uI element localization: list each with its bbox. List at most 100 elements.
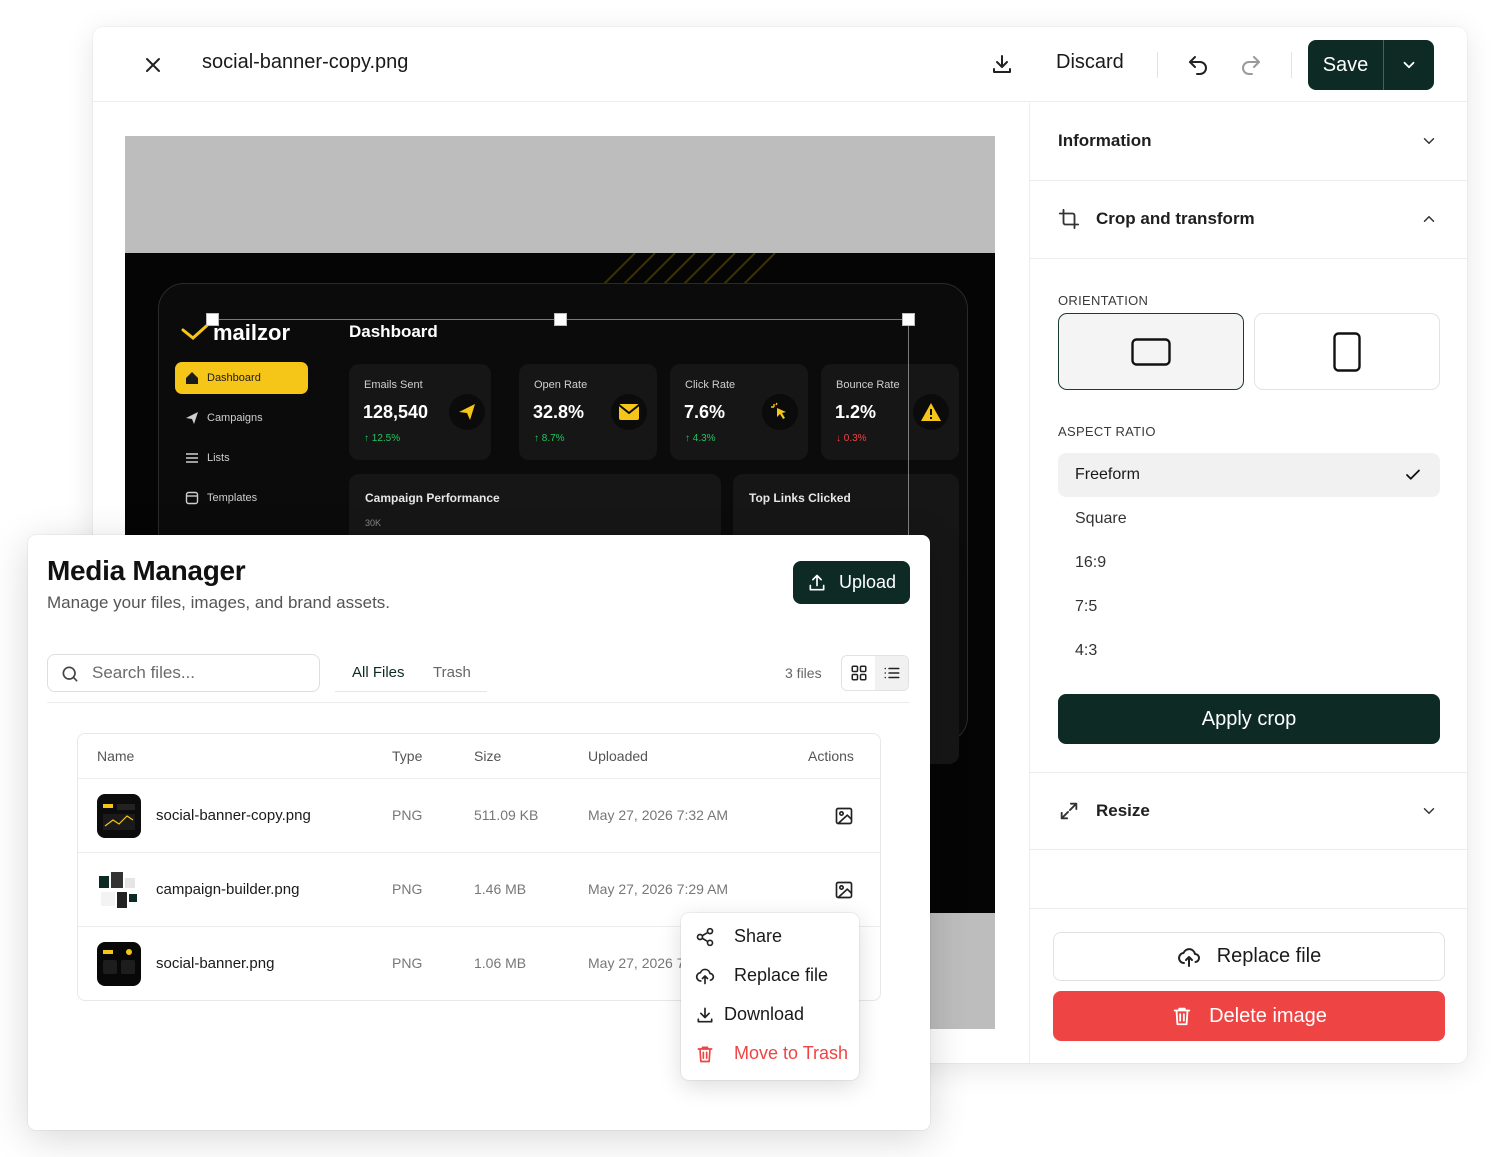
column-header-size: Size xyxy=(474,748,502,764)
close-icon[interactable] xyxy=(141,53,165,77)
search-box xyxy=(47,654,320,692)
search-input[interactable] xyxy=(92,655,312,691)
upload-label: Upload xyxy=(838,572,897,592)
portrait-icon xyxy=(1333,331,1361,372)
accordion-title: Resize xyxy=(1096,801,1150,820)
stat-card-open-rate: Open Rate 32.8% ↑ 8.7% xyxy=(519,364,657,460)
list-view-button[interactable] xyxy=(875,656,908,690)
cloud-upload-icon xyxy=(1177,947,1200,967)
tab-all-files[interactable]: All Files xyxy=(352,664,405,681)
stat-card-emails: Emails Sent 128,540 ↑ 12.5% xyxy=(349,364,491,460)
search-icon xyxy=(62,666,78,682)
brand-logo: mailzor xyxy=(213,320,291,345)
file-count: 3 files xyxy=(785,665,822,681)
stat-delta: ↑ 12.5% xyxy=(364,433,401,444)
paper-plane-icon xyxy=(449,394,485,430)
tab-trash[interactable]: Trash xyxy=(433,664,471,681)
aspect-option-16-9[interactable]: 16:9 xyxy=(1058,541,1440,585)
stat-label: Bounce Rate xyxy=(836,379,900,391)
menu-item-label: Download xyxy=(724,1004,805,1024)
crop-handle[interactable] xyxy=(206,313,219,326)
orientation-portrait[interactable] xyxy=(1254,313,1440,390)
check-icon xyxy=(1406,469,1420,480)
grid-view-button[interactable] xyxy=(842,656,875,690)
view-toggle xyxy=(841,655,909,691)
menu-item-move-to-trash[interactable]: Move to Trash xyxy=(681,1035,859,1074)
file-type: PNG xyxy=(392,881,423,897)
orientation-label: ORIENTATION xyxy=(1058,293,1149,308)
column-header-type: Type xyxy=(392,748,423,764)
send-icon xyxy=(186,412,198,424)
mock-nav-label: Campaigns xyxy=(207,412,263,424)
chevron-down-icon xyxy=(1423,808,1435,815)
menu-item-label: Move to Trash xyxy=(734,1043,849,1063)
mock-page-title: Dashboard xyxy=(349,322,438,341)
menu-item-share[interactable]: Share xyxy=(681,918,859,957)
crop-icon xyxy=(1058,208,1080,230)
upload-button[interactable]: Upload xyxy=(793,561,910,604)
menu-item-label: Replace file xyxy=(734,965,829,985)
accordion-information[interactable]: Information xyxy=(1030,103,1467,181)
aspect-option-freeform[interactable]: Freeform xyxy=(1058,453,1440,497)
stat-value: 7.6% xyxy=(684,402,726,422)
discard-button[interactable]: Discard xyxy=(1056,51,1124,74)
crop-handle[interactable] xyxy=(554,313,567,326)
toolbar-divider xyxy=(47,702,910,703)
aspect-option-7-5[interactable]: 7:5 xyxy=(1058,585,1440,629)
column-header-actions: Actions xyxy=(808,748,854,764)
file-uploaded: May 27, 2026 7 xyxy=(588,955,685,971)
file-uploaded: May 27, 2026 7:32 AM xyxy=(588,807,729,823)
orientation-landscape[interactable] xyxy=(1058,313,1244,390)
stat-delta: ↑ 4.3% xyxy=(685,433,716,444)
stat-label: Emails Sent xyxy=(364,379,423,391)
trash-icon xyxy=(697,1046,713,1063)
aspect-option-label: Square xyxy=(1075,510,1127,527)
mock-nav-templates: Templates xyxy=(175,482,308,514)
menu-item-replace-file[interactable]: Replace file xyxy=(681,957,859,996)
stat-value: 32.8% xyxy=(533,402,585,422)
stat-delta: ↑ 8.7% xyxy=(534,433,565,444)
envelope-icon xyxy=(611,394,647,430)
table-row[interactable]: social-banner-copy.png PNG 511.09 KB May… xyxy=(78,779,880,853)
mock-nav-label: Templates xyxy=(207,492,258,504)
replace-file-button[interactable]: Replace file xyxy=(1053,932,1445,981)
undo-icon[interactable] xyxy=(1186,53,1210,77)
save-options-button[interactable] xyxy=(1384,40,1434,90)
save-button[interactable]: Save xyxy=(1308,40,1383,90)
menu-item-download[interactable]: Download xyxy=(681,996,859,1035)
file-size: 1.46 MB xyxy=(474,881,527,897)
stat-card-bounce-rate: Bounce Rate 1.2% ↓ 0.3% xyxy=(821,364,959,460)
mock-nav-label: Dashboard xyxy=(207,372,261,384)
file-type: PNG xyxy=(392,955,423,971)
aspect-option-4-3[interactable]: 4:3 xyxy=(1058,629,1440,673)
mock-nav-label: Lists xyxy=(207,452,230,464)
delete-image-button[interactable]: Delete image xyxy=(1053,991,1445,1041)
template-icon xyxy=(185,491,199,505)
aspect-ratio-label: ASPECT RATIO xyxy=(1058,424,1156,439)
accordion-crop-transform[interactable]: Crop and transform xyxy=(1030,181,1467,259)
download-icon[interactable] xyxy=(990,52,1014,76)
panel-title: Top Links Clicked xyxy=(749,491,851,505)
apply-crop-button[interactable]: Apply crop xyxy=(1058,694,1440,744)
image-action-icon[interactable] xyxy=(834,880,854,900)
redo-icon[interactable] xyxy=(1239,53,1263,77)
share-icon xyxy=(696,927,714,947)
download-icon xyxy=(697,1007,713,1023)
crop-handle[interactable] xyxy=(902,313,915,326)
file-thumbnail xyxy=(97,868,141,912)
file-name: social-banner-copy.png xyxy=(202,51,409,73)
file-name: social-banner-copy.png xyxy=(156,807,311,824)
mock-nav-lists: Lists xyxy=(175,442,308,474)
column-header-uploaded: Uploaded xyxy=(588,748,648,764)
image-action-icon[interactable] xyxy=(834,806,854,826)
file-name: campaign-builder.png xyxy=(156,881,300,898)
chevron-up-icon xyxy=(1423,215,1435,222)
editor-header: social-banner-copy.png Discard Save xyxy=(93,27,1467,102)
page-title: Media Manager xyxy=(47,555,246,586)
aspect-option-square[interactable]: Square xyxy=(1058,497,1440,541)
toolbar-divider xyxy=(1157,52,1158,78)
home-icon xyxy=(186,372,198,384)
accordion-resize[interactable]: Resize xyxy=(1030,772,1467,850)
upload-icon xyxy=(809,574,825,590)
sidebar-footer-divider xyxy=(1030,908,1467,909)
